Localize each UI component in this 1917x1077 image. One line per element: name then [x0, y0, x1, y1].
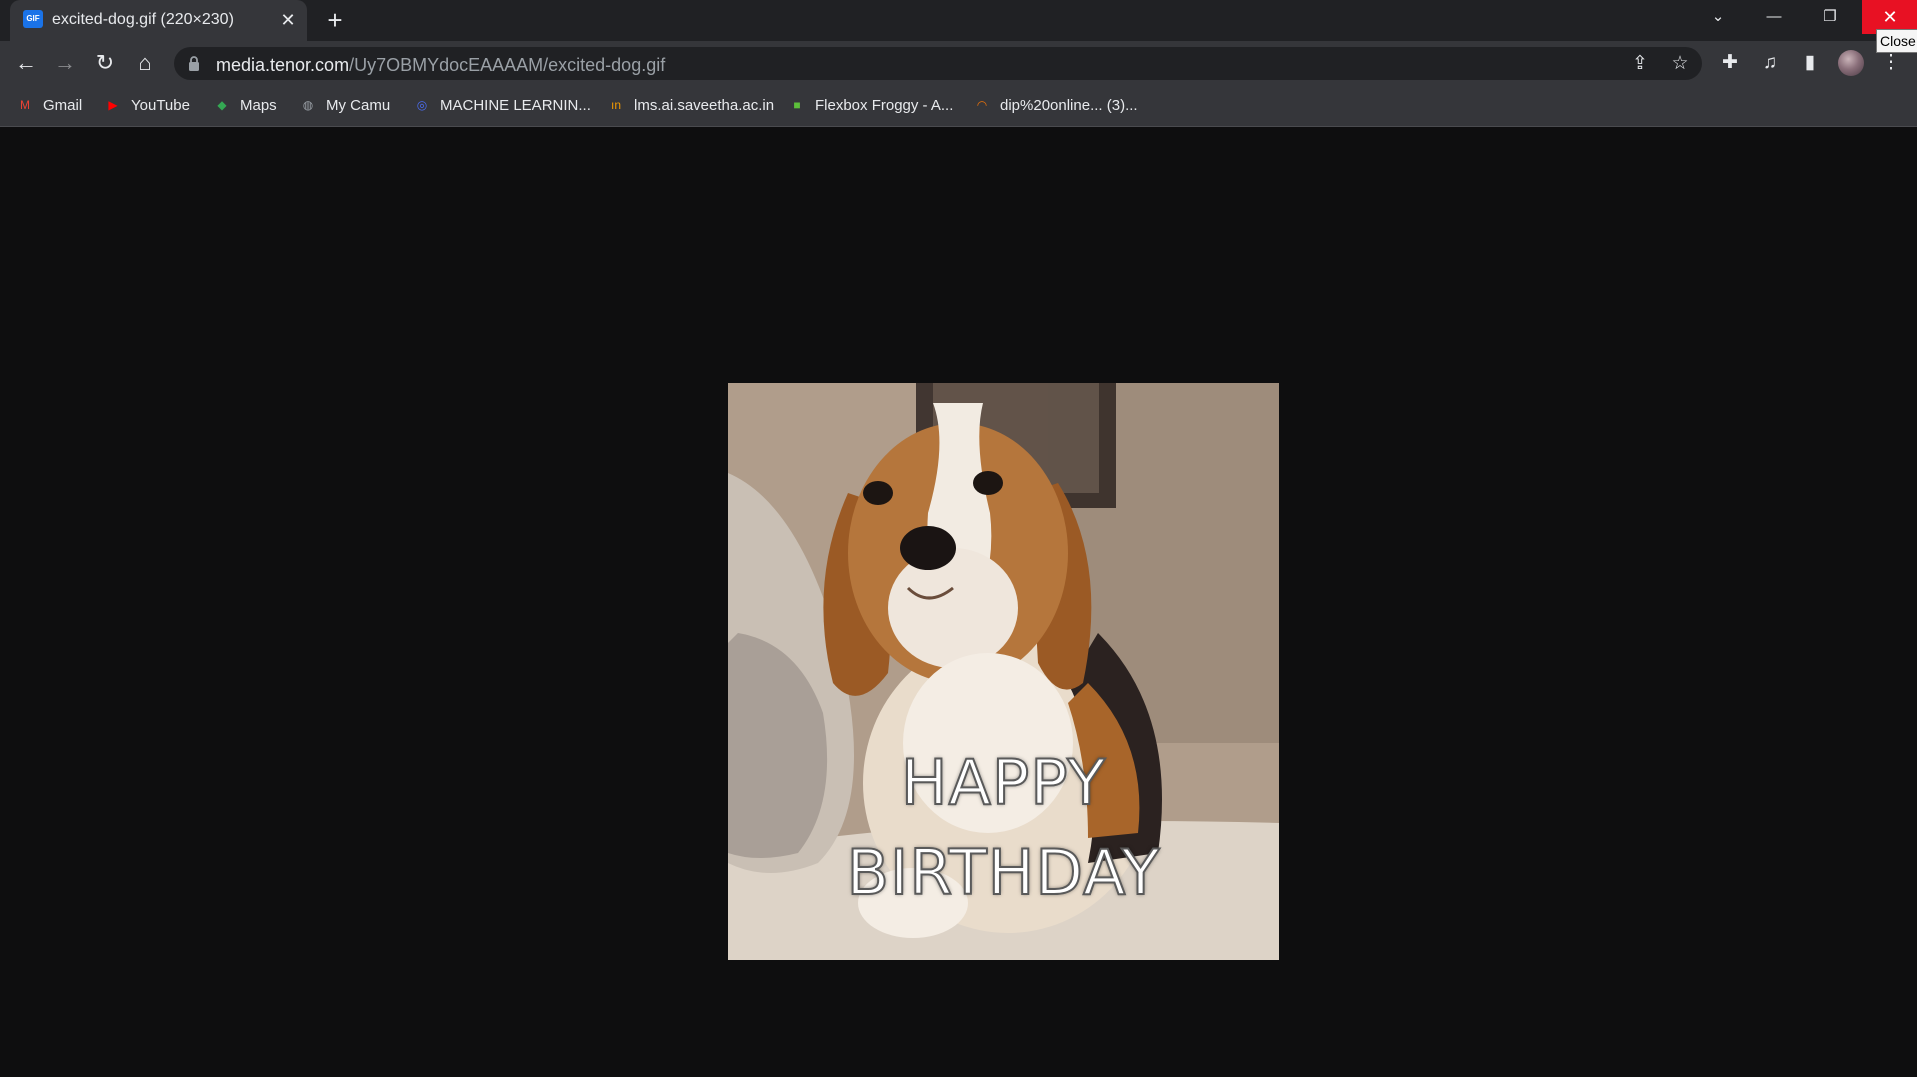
address-bar[interactable]: media.tenor.com/Uy7OBMYdocEAAAAM/excited… [174, 47, 1702, 80]
bookmarks-bar: M Gmail ▶ YouTube ◆ Maps ◍ My Camu ◎ MACHINE … [0, 85, 1917, 127]
restore-button[interactable]: ❐ [1802, 0, 1858, 34]
bookmark-label: My Camu [326, 97, 391, 114]
bookmark-gmail[interactable]: M Gmail [16, 85, 82, 126]
url-host: media.tenor.com [216, 55, 350, 75]
gif-image: HAPPY BIRTHDAY [728, 383, 1279, 960]
bookmark-label: lms.ai.saveetha.ac.in [634, 97, 775, 114]
forward-button[interactable]: → [50, 48, 80, 78]
bookmark-youtube[interactable]: ▶ YouTube [104, 85, 190, 126]
bookmark-maps[interactable]: ◆ Maps [213, 85, 277, 126]
bookmark-label: MACHINE LEARNIN... [440, 97, 591, 114]
gif-caption-line2: BIRTHDAY [845, 835, 1161, 910]
lms-icon: ın [610, 98, 621, 113]
extensions-icon[interactable]: ✚ [1715, 48, 1745, 78]
minimize-button[interactable]: — [1746, 0, 1802, 34]
bookmark-label: dip%20online... (3)... [1000, 97, 1138, 114]
bookmark-label: YouTube [131, 97, 190, 114]
close-tooltip: Close [1876, 29, 1917, 53]
tab-search-icon[interactable]: ⌄ [1690, 0, 1746, 34]
bookmark-my-camu[interactable]: ◍ My Camu [299, 85, 390, 126]
gif-caption-line1: HAPPY [900, 745, 1107, 820]
new-tab-button[interactable]: + [322, 7, 348, 33]
lock-icon[interactable] [188, 56, 200, 71]
url-path: /Uy7OBMYdocEAAAAM/excited-dog.gif [349, 55, 666, 75]
tab-close-icon[interactable]: ✕ [278, 10, 298, 30]
bookmark-dip-online[interactable]: ◠ dip%20online... (3)... [973, 85, 1138, 126]
bookmark-label: Maps [240, 97, 277, 114]
bookmark-machine-learning[interactable]: ◎ MACHINE LEARNIN... [413, 85, 591, 126]
bookmark-lms[interactable]: ın lms.ai.saveetha.ac.in [607, 85, 774, 126]
url-text[interactable]: media.tenor.com/Uy7OBMYdocEAAAAM/excited… [216, 55, 665, 76]
bookmark-label: Flexbox Froggy - A... [815, 97, 954, 114]
frog-icon: ■ [793, 98, 801, 113]
side-panel-icon[interactable]: ▮ [1795, 48, 1825, 78]
bookmark-star-icon[interactable]: ☆ [1667, 51, 1693, 77]
globe-icon: ◍ [302, 98, 314, 113]
bookmark-flexbox-froggy[interactable]: ■ Flexbox Froggy - A... [788, 85, 953, 126]
reload-button[interactable]: ↻ [90, 48, 120, 78]
target-icon: ◎ [416, 98, 428, 113]
gmail-icon: M [20, 98, 30, 113]
tab-active[interactable]: GIF excited-dog.gif (220×230) ✕ [10, 0, 307, 41]
profile-avatar[interactable] [1838, 50, 1864, 76]
gif-favicon-icon: GIF [23, 10, 43, 28]
tab-strip: GIF excited-dog.gif (220×230) ✕ + ⌄ — ❐ … [0, 0, 1917, 41]
youtube-icon: ▶ [108, 98, 118, 113]
home-button[interactable]: ⌂ [130, 48, 160, 78]
bookmark-label: Gmail [43, 97, 83, 114]
maps-icon: ◆ [217, 98, 227, 113]
media-controls-icon[interactable]: ♫ [1755, 48, 1785, 78]
tab-title: excited-dog.gif (220×230) [52, 11, 234, 28]
back-button[interactable]: ← [11, 48, 41, 78]
browser-toolbar: ← → ↻ ⌂ media.tenor.com/Uy7OBMYdocEAAAAM… [0, 41, 1917, 85]
share-icon[interactable]: ⇪ [1627, 51, 1653, 77]
loading-icon: ◠ [976, 98, 988, 113]
